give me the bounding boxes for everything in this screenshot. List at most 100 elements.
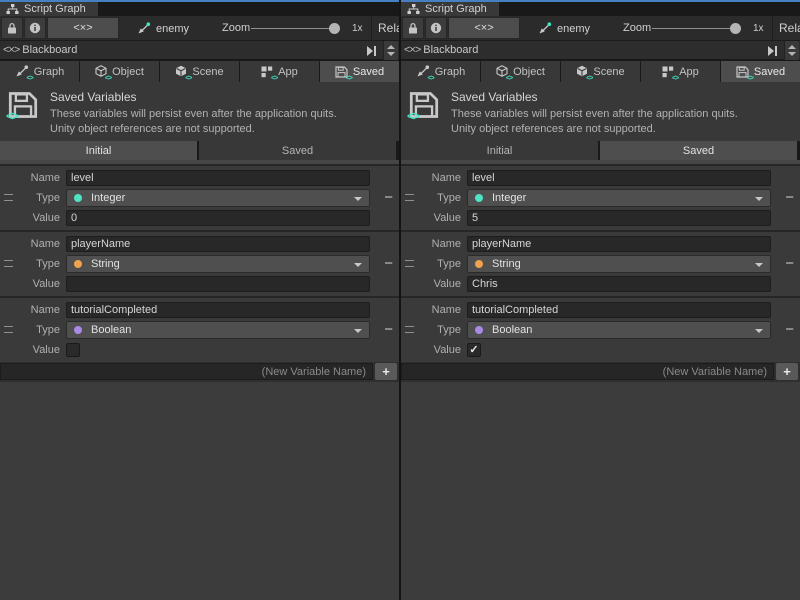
- variable-name-input[interactable]: [66, 302, 370, 318]
- dock-icon[interactable]: [367, 46, 376, 56]
- blackboard-empty-area: [401, 382, 800, 600]
- remove-variable-button[interactable]: −: [384, 323, 393, 337]
- type-dropdown[interactable]: Integer: [467, 189, 771, 207]
- zoom-slider-knob[interactable]: [730, 23, 741, 34]
- type-dropdown[interactable]: Boolean: [66, 321, 370, 339]
- remove-variable-button[interactable]: −: [785, 257, 794, 271]
- type-label: Type: [419, 192, 461, 204]
- tab-graph[interactable]: <> Graph: [401, 61, 480, 82]
- panel-divider[interactable]: [399, 0, 401, 600]
- variable-name-input[interactable]: [467, 302, 771, 318]
- add-variable-button[interactable]: +: [776, 363, 798, 380]
- saved-floppy-icon: <>: [335, 66, 348, 78]
- object-cube-icon: <>: [95, 65, 107, 78]
- blackboard-title: Blackboard: [22, 44, 77, 56]
- blackboard-toggle-button[interactable]: <×>: [47, 17, 119, 39]
- saved-variables-info: <> Saved Variables These variables will …: [0, 82, 399, 141]
- graph-toolbar: <×> enemy Zoom 1x Rela: [0, 16, 399, 41]
- variable-value-input[interactable]: [66, 276, 370, 292]
- variable-name-input[interactable]: [467, 236, 771, 252]
- tab-object[interactable]: <> Object: [80, 61, 159, 82]
- variable-value-input[interactable]: [467, 276, 771, 292]
- tab-saved-values[interactable]: Saved: [600, 141, 797, 160]
- info-button[interactable]: [24, 17, 46, 39]
- tab-script-graph[interactable]: Script Graph: [0, 2, 98, 16]
- value-label: Value: [18, 344, 60, 356]
- zoom-slider-track[interactable]: [652, 28, 739, 29]
- scroll-buttons[interactable]: [784, 41, 799, 60]
- drag-handle-icon[interactable]: [4, 194, 13, 201]
- variable-value-input[interactable]: [467, 210, 771, 226]
- tab-object[interactable]: <> Object: [481, 61, 560, 82]
- tab-saved[interactable]: <> Saved: [320, 61, 399, 82]
- remove-variable-button[interactable]: −: [384, 191, 393, 205]
- new-variable-input[interactable]: [0, 363, 373, 380]
- tab-saved-values[interactable]: Saved: [199, 141, 396, 160]
- blackboard-toggle-button[interactable]: <×>: [448, 17, 520, 39]
- variable-name-input[interactable]: [467, 170, 771, 186]
- lock-button[interactable]: [1, 17, 23, 39]
- relations-button[interactable]: Rela: [378, 16, 399, 41]
- drag-handle-icon[interactable]: [4, 260, 13, 267]
- tab-initial[interactable]: Initial: [401, 141, 598, 160]
- variable-card-playername: − Name Type String Value: [401, 232, 800, 296]
- type-dropdown[interactable]: String: [467, 255, 771, 273]
- scroll-buttons[interactable]: [383, 41, 398, 60]
- tab-initial[interactable]: Initial: [0, 141, 197, 160]
- tab-scene[interactable]: <> Scene: [160, 61, 239, 82]
- name-label: Name: [419, 238, 461, 250]
- remove-variable-button[interactable]: −: [785, 323, 794, 337]
- drag-handle-icon[interactable]: [405, 326, 414, 333]
- section-description-line2: Unity object references are not supporte…: [50, 122, 337, 137]
- relations-button[interactable]: Rela: [779, 16, 800, 41]
- tab-graph[interactable]: <> Graph: [0, 61, 79, 82]
- new-variable-input[interactable]: [401, 363, 774, 380]
- info-button[interactable]: [425, 17, 447, 39]
- graph-breadcrumb[interactable]: enemy: [538, 16, 590, 41]
- value-label: Value: [419, 344, 461, 356]
- scroll-up-icon[interactable]: [788, 45, 796, 49]
- lock-button[interactable]: [402, 17, 424, 39]
- window-tab-bar: Script Graph: [401, 2, 800, 16]
- type-dropdown[interactable]: Boolean: [467, 321, 771, 339]
- variables-list: − Name Type Integer Value − Name Type St…: [401, 164, 800, 362]
- variable-value-input[interactable]: [66, 210, 370, 226]
- chevron-down-icon: [354, 329, 362, 333]
- graph-breadcrumb[interactable]: enemy: [137, 16, 189, 41]
- type-color-dot: [475, 326, 483, 334]
- type-dropdown[interactable]: Integer: [66, 189, 370, 207]
- variable-name-input[interactable]: [66, 236, 370, 252]
- zoom-slider-knob[interactable]: [329, 23, 340, 34]
- drag-handle-icon[interactable]: [4, 326, 13, 333]
- value-label: Value: [419, 278, 461, 290]
- value-checkbox[interactable]: ✓: [467, 343, 481, 357]
- saved-variables-icon: <>: [8, 91, 40, 121]
- scroll-down-icon[interactable]: [788, 52, 796, 56]
- zoom-label: Zoom: [623, 16, 651, 41]
- tab-script-graph[interactable]: Script Graph: [401, 2, 499, 16]
- drag-handle-icon[interactable]: [405, 194, 414, 201]
- script-graph-window-left: Script Graph <×> enemy Zoom 1x Rela <×> …: [0, 0, 399, 600]
- scroll-up-icon[interactable]: [387, 45, 395, 49]
- type-label: Type: [18, 192, 60, 204]
- tab-scene[interactable]: <> Scene: [561, 61, 640, 82]
- remove-variable-button[interactable]: −: [384, 257, 393, 271]
- section-title: Saved Variables: [451, 90, 738, 104]
- tab-saved[interactable]: <> Saved: [721, 61, 800, 82]
- dock-icon[interactable]: [768, 46, 777, 56]
- zoom-slider-track[interactable]: [251, 28, 338, 29]
- variable-name-input[interactable]: [66, 170, 370, 186]
- tab-app[interactable]: <> App: [240, 61, 319, 82]
- remove-variable-button[interactable]: −: [785, 191, 794, 205]
- saved-variables-info: <> Saved Variables These variables will …: [401, 82, 800, 141]
- value-checkbox[interactable]: [66, 343, 80, 357]
- tab-app[interactable]: <> App: [641, 61, 720, 82]
- add-variable-button[interactable]: +: [375, 363, 397, 380]
- type-dropdown[interactable]: String: [66, 255, 370, 273]
- scene-icon: <>: [576, 65, 588, 78]
- drag-handle-icon[interactable]: [405, 260, 414, 267]
- scroll-down-icon[interactable]: [387, 52, 395, 56]
- chevron-down-icon: [755, 329, 763, 333]
- graph-icon: <>: [416, 65, 430, 78]
- graph-toolbar: <×> enemy Zoom 1x Rela: [401, 16, 800, 41]
